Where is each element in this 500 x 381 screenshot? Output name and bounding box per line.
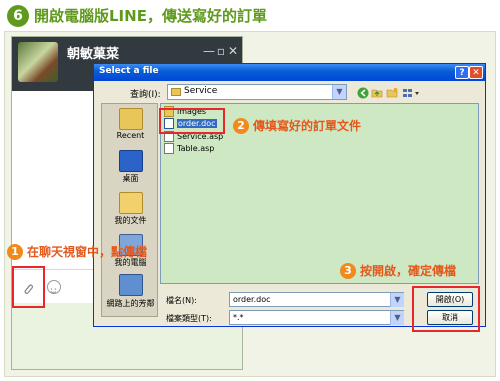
place-label: 桌面 <box>122 174 139 183</box>
step-number-badge: 6 <box>7 5 29 27</box>
my-documents-icon <box>119 192 143 214</box>
recent-folder-icon <box>119 108 143 130</box>
help-button[interactable]: ? <box>455 66 469 79</box>
asp-file-icon <box>164 143 174 154</box>
contact-name: 朝敏菓菜 <box>67 47 120 62</box>
callout-text: 傳填寫好的訂單文件 <box>253 119 362 133</box>
nav-toolbar <box>357 85 427 99</box>
view-menu-icon[interactable] <box>403 89 419 97</box>
callout-number: 2 <box>233 117 249 134</box>
maximize-button[interactable]: ▫ <box>215 44 227 58</box>
dialog-title: Select a file <box>99 66 159 76</box>
place-my-documents[interactable]: 我的文件 <box>102 190 159 228</box>
minimize-button[interactable]: — <box>203 44 215 58</box>
chevron-down-icon[interactable]: ▼ <box>332 85 346 99</box>
dialog-close-button[interactable]: ✕ <box>469 66 483 79</box>
desktop-icon <box>119 150 143 172</box>
place-network[interactable]: 網路上的芳鄰 <box>102 272 159 312</box>
list-item[interactable]: Table.asp <box>164 143 214 154</box>
new-folder-icon[interactable] <box>386 88 398 98</box>
file-name-input[interactable]: order.doc <box>229 292 404 307</box>
back-icon[interactable] <box>357 87 369 99</box>
chevron-down-icon[interactable]: ▼ <box>390 293 404 307</box>
close-button[interactable]: ✕ <box>227 44 239 58</box>
file-type-label: 檔案類型(T): <box>166 314 212 323</box>
place-recent[interactable]: Recent <box>102 104 159 142</box>
up-folder-icon[interactable] <box>371 89 383 98</box>
file-type-select[interactable]: *.* <box>229 310 404 325</box>
step-title: 開啟電腦版LINE，傳送寫好的訂單 <box>34 7 267 25</box>
emoji-icon[interactable] <box>47 280 61 294</box>
place-label: Recent <box>116 131 145 140</box>
file-name-label: 檔名(N): <box>166 296 197 305</box>
callout-step-1: 1 在聊天視窗中，點傳檔 <box>7 243 147 260</box>
place-label: 網路上的芳鄰 <box>106 299 155 308</box>
callout-text: 在聊天視窗中，點傳檔 <box>27 245 148 259</box>
callout-step-3: 3 按開啟，確定傳檔 <box>340 262 456 279</box>
contact-avatar <box>18 42 58 82</box>
look-in-value: Service <box>184 86 218 96</box>
callout-number: 3 <box>340 262 356 279</box>
chevron-down-icon[interactable]: ▼ <box>390 311 404 325</box>
places-bar: Recent 桌面 我的文件 我的電腦 網路上的芳鄰 <box>101 103 158 317</box>
folder-icon <box>171 88 181 96</box>
look-in-label: 查詢(I): <box>130 90 161 100</box>
open-highlight-box <box>412 286 480 332</box>
callout-text: 按開啟，確定傳檔 <box>360 264 457 278</box>
place-label: 我的文件 <box>114 216 147 225</box>
network-icon <box>119 274 143 296</box>
place-desktop[interactable]: 桌面 <box>102 148 159 186</box>
callout-number: 1 <box>7 243 23 260</box>
file-highlight-box <box>159 108 225 134</box>
attach-highlight-box <box>12 266 45 308</box>
callout-step-2: 2 傳填寫好的訂單文件 <box>233 117 361 134</box>
